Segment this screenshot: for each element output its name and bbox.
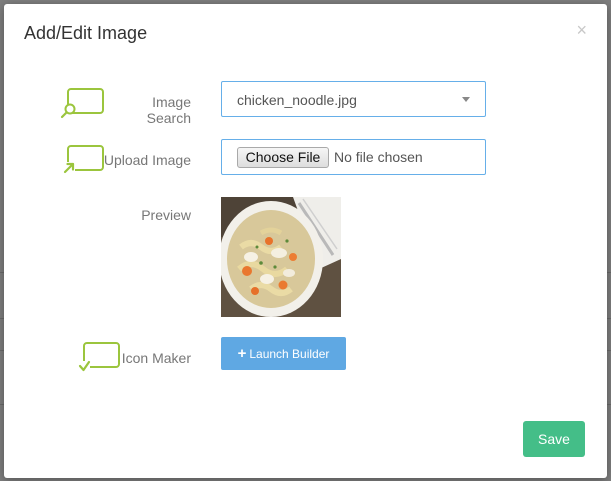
upload-image-label: Upload Image [103,152,191,168]
preview-label: Preview [141,207,191,223]
launch-builder-label: Launch Builder [249,347,330,361]
preview-image [221,197,341,317]
upload-image-field: Choose File No file chosen [221,139,486,175]
choose-file-button[interactable]: Choose File [237,147,329,168]
upload-image-icon [63,145,104,174]
icon-maker-label: Icon Maker [121,350,191,366]
modal-title: Add/Edit Image [24,23,148,43]
chevron-down-icon [462,97,470,102]
image-search-icon [60,88,104,119]
image-search-value: chicken_noodle.jpg [237,92,357,108]
chicken-noodle-soup-image [221,197,341,317]
plus-icon: + [237,345,247,362]
close-icon[interactable]: × [576,20,587,40]
no-file-status: No file chosen [334,149,423,165]
image-search-label: Image Search [146,94,191,126]
image-search-select[interactable]: chicken_noodle.jpg [221,81,486,117]
icon-maker-icon [78,342,120,373]
launch-builder-button[interactable]: + Launch Builder [221,337,346,370]
add-edit-image-modal: Add/Edit Image × Image Search chicken_no… [4,4,607,478]
save-button[interactable]: Save [523,421,585,457]
